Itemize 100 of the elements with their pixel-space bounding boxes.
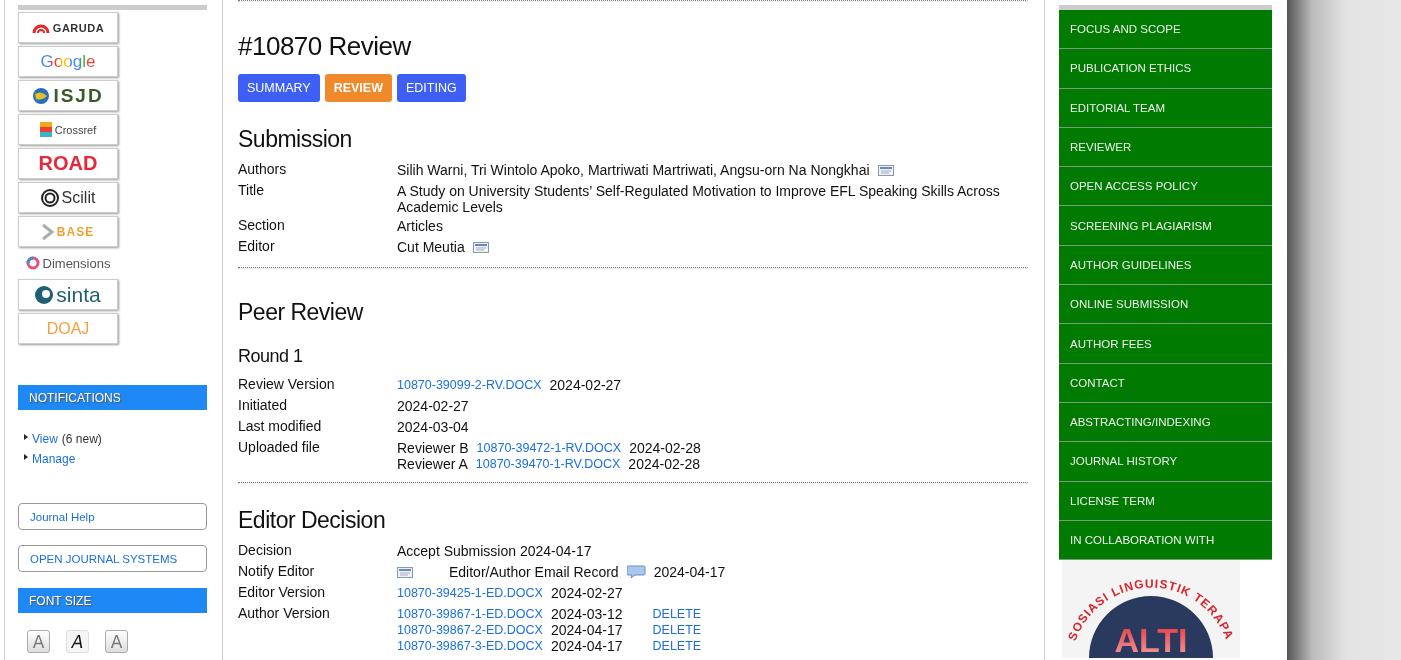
field-value: 2024-03-12	[550, 606, 623, 622]
field-value: 2024-02-28	[629, 440, 701, 456]
section-heading: Peer Review	[238, 298, 365, 327]
indexing-logo[interactable]: sinta	[18, 279, 118, 310]
page-title: #10870 Review	[238, 30, 413, 63]
bullet-icon	[24, 454, 28, 460]
sidebar-link-button[interactable]: OPEN JOURNAL SYSTEMS	[18, 545, 207, 572]
sidebar-menu-item[interactable]: JOURNAL HISTORY	[1059, 442, 1272, 482]
sidebar-link-button[interactable]: Journal Help	[18, 503, 207, 530]
logo-text: ROAD	[38, 152, 98, 175]
indexing-logo[interactable]: ISJD	[18, 80, 118, 111]
field-value: A Study on University Students’ Self-Regulated Motivation to Improve EFL Speaking Skills Across Academic Levels	[397, 183, 1001, 215]
logo-mark-icon	[35, 284, 54, 305]
delete-link[interactable]: DELETE	[652, 638, 702, 654]
field-value: 2024-02-27	[550, 585, 623, 601]
field-label: Review Version	[238, 375, 336, 394]
indexing-logo[interactable]: ROAD	[18, 148, 118, 179]
font-increase-button[interactable]: A	[105, 630, 128, 653]
field-label: Notify Editor	[238, 562, 316, 581]
notification-count: (6 new)	[61, 432, 102, 446]
logo-text: Crossref	[54, 123, 97, 136]
logo-text: GARUDA	[52, 21, 105, 34]
file-link[interactable]: 10870-39867-2-ED.DOCX	[397, 622, 543, 638]
logo-text: BASE	[56, 224, 95, 239]
bullet-icon	[24, 434, 28, 440]
field-value: Editor/Author Email Record	[449, 564, 619, 580]
sidebar-menu-item[interactable]: AUTHOR GUIDELINES	[1059, 245, 1272, 286]
font-decrease-button[interactable]: A	[27, 630, 50, 653]
field-value: 2024-04-17	[550, 622, 623, 638]
logo-mark-icon	[41, 222, 54, 241]
field-value: 2024-02-27	[549, 377, 622, 393]
logo-text: Scilit	[61, 188, 96, 207]
field-label: Editor	[238, 237, 276, 256]
email-icon	[877, 164, 894, 176]
field-label: Initiated	[238, 396, 289, 415]
field-value: Accept Submission 2024-04-17	[397, 543, 592, 559]
logo-text: ISJD	[53, 84, 104, 107]
sidebar-menu-item[interactable]: FOCUS AND SCOPE	[1059, 10, 1272, 50]
sidebar-menu-item[interactable]: AUTHOR FEES	[1059, 324, 1272, 364]
file-link[interactable]: 10870-39867-3-ED.DOCX	[397, 638, 543, 654]
sidebar-menu-item[interactable]: CONTACT	[1059, 363, 1272, 403]
file-link[interactable]: 10870-39470-1-RV.DOCX	[475, 456, 621, 472]
sidebar-menu-item[interactable]: ABSTRACTING/INDEXING	[1059, 402, 1272, 443]
sidebar-menu-item[interactable]: PUBLICATION ETHICS	[1059, 49, 1272, 89]
delete-link[interactable]: DELETE	[652, 606, 702, 622]
tab[interactable]: EDITING	[397, 74, 466, 102]
notification-link[interactable]: Manage	[32, 452, 76, 466]
sidebar-heading: FONT SIZE	[18, 588, 207, 613]
logo-mark-icon	[39, 122, 52, 137]
section-heading: Editor Decision	[238, 506, 387, 535]
font-default-button[interactable]: A	[66, 630, 89, 653]
field-value: Reviewer A	[397, 456, 468, 472]
tab[interactable]: REVIEW	[324, 74, 392, 102]
file-link[interactable]: 10870-39472-1-RV.DOCX	[476, 440, 622, 456]
indexing-logo[interactable]: Google	[18, 46, 118, 77]
section-heading: Submission	[238, 125, 353, 154]
sidebar-menu-item[interactable]: LICENSE TERM	[1059, 481, 1272, 521]
field-label: Uploaded file	[238, 438, 321, 457]
field-label: Author Version	[238, 604, 331, 623]
email-icon	[472, 241, 489, 253]
field-value: Cut Meutia	[397, 239, 465, 255]
subsection-heading: Round 1	[238, 345, 304, 368]
field-value: 2024-04-17	[653, 564, 726, 580]
tab[interactable]: SUMMARY	[238, 74, 320, 102]
sidebar-menu-item[interactable]: SCREENING PLAGIARISM	[1059, 206, 1272, 246]
field-value: 2024-02-27	[397, 398, 469, 414]
notification-link[interactable]: View	[32, 432, 58, 446]
logo-text: Dimensions	[42, 255, 111, 271]
file-link[interactable]: 10870-39425-1-ED.DOCX	[397, 585, 543, 601]
sidebar-heading: NOTIFICATIONS	[18, 385, 207, 410]
field-label: Authors	[238, 160, 288, 179]
field-value: Reviewer B	[397, 440, 469, 456]
logo-text: DOAJ	[46, 319, 90, 338]
field-value: 2024-03-04	[397, 419, 469, 435]
field-value: Silih Warni, Tri Wintolo Apoko, Martriwati Martriwati, Angsu-orn Na Nongkhai	[397, 162, 870, 178]
field-label: Editor Version	[238, 583, 327, 602]
sidebar-menu-item[interactable]: ONLINE SUBMISSION	[1059, 285, 1272, 325]
delete-link[interactable]: DELETE	[652, 622, 702, 638]
logo-mark-icon	[25, 256, 40, 270]
field-label: Last modified	[238, 417, 323, 436]
field-value: 2024-02-28	[628, 456, 700, 472]
sidebar-menu-item[interactable]: OPEN ACCESS POLICY	[1059, 167, 1272, 207]
sidebar-menu-item[interactable]: REVIEWER	[1059, 127, 1272, 168]
comment-icon	[626, 565, 646, 579]
field-value: 2024-04-17	[550, 638, 623, 654]
email-icon	[397, 566, 413, 578]
field-label: Title	[238, 181, 265, 200]
sidebar-menu-item[interactable]: IN COLLABORATION WITH	[1059, 520, 1272, 561]
sidebar-menu-item[interactable]: EDITORIAL TEAM	[1059, 88, 1272, 128]
file-link[interactable]: 10870-39099-2-RV.DOCX	[397, 377, 542, 393]
field-value: Articles	[397, 218, 443, 234]
logo-mark-icon	[32, 86, 51, 105]
logo-text: sinta	[56, 282, 101, 307]
indexing-logo[interactable]: GARUDA	[18, 12, 118, 43]
field-label: Section	[238, 216, 286, 235]
logo-mark-icon	[40, 188, 59, 207]
field-label: Decision	[238, 541, 293, 560]
file-link[interactable]: 10870-39867-1-ED.DOCX	[397, 606, 543, 622]
indexing-logo[interactable]: Crossref	[18, 114, 118, 145]
indexing-logo[interactable]: Scilit	[18, 182, 118, 213]
